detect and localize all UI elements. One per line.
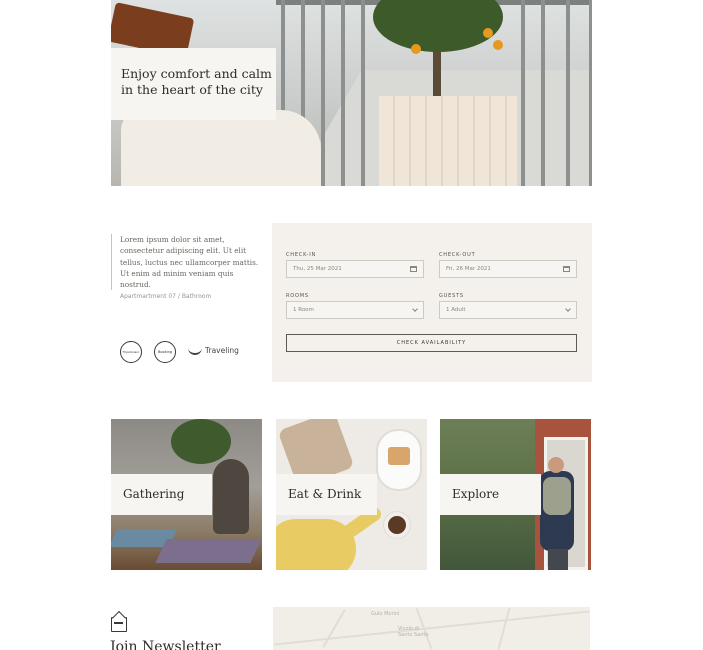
rooms-label: Rooms: [286, 293, 309, 299]
blanket: [121, 110, 321, 186]
category-card-gathering[interactable]: Gathering: [111, 419, 262, 570]
category-label: Eat & Drink: [276, 474, 377, 515]
map-road: [322, 609, 346, 648]
checkout-value: Fri, 26 Mar 2021: [446, 266, 491, 272]
category-label: Gathering: [111, 474, 212, 515]
logo-text: Traveling: [205, 345, 239, 355]
intro-text: Lorem ipsum dolor sit amet, consectetur …: [120, 235, 259, 290]
plant: [171, 419, 231, 464]
calendar-icon: [410, 266, 417, 272]
hero-caption-line1: Enjoy comfort and calm: [121, 66, 272, 81]
railing-bar: [321, 0, 325, 186]
hero-caption-line2: in the heart of the city: [121, 82, 263, 97]
hiker-legs: [548, 549, 568, 570]
railing-bar: [361, 0, 365, 186]
category-label: Explore: [440, 474, 541, 515]
coffee-cup: [384, 512, 410, 538]
orange-fruit: [483, 28, 493, 38]
traveling-mark-icon: [188, 345, 202, 355]
map-road: [497, 607, 511, 650]
chevron-down-icon: [565, 306, 571, 312]
logo-text: TripAdvisor: [122, 350, 140, 354]
newsletter-title: Join Newsletter: [110, 639, 221, 650]
intro-block: Lorem ipsum dolor sit amet, consectetur …: [111, 234, 261, 291]
rooms-value: 1 Room: [293, 307, 314, 313]
map-road: [273, 610, 590, 646]
orange-fruit: [493, 40, 503, 50]
map-label: Gulo Morini: [371, 611, 400, 617]
category-card-eat-drink[interactable]: Eat & Drink: [276, 419, 427, 570]
backpack: [543, 477, 571, 515]
partner-logos: TripAdvisor Booking Traveling: [120, 341, 260, 365]
map-label: Santo Santo: [398, 632, 429, 638]
guests-label: Guests: [439, 293, 464, 299]
tripadvisor-logo: TripAdvisor: [120, 341, 142, 363]
check-availability-button[interactable]: Check availability: [286, 334, 577, 352]
intro-meta: Apartmartment 07 / Bathroom: [120, 293, 212, 300]
chevron-down-icon: [412, 306, 418, 312]
checkout-field[interactable]: Fri, 26 Mar 2021: [439, 260, 577, 278]
guests-select[interactable]: 1 Adult: [439, 301, 577, 319]
checkin-value: Thu, 25 Mar 2021: [293, 266, 342, 272]
yoga-mat: [155, 539, 262, 563]
calendar-icon: [563, 266, 570, 272]
hero-caption: Enjoy comfort and calm in the heart of t…: [111, 48, 276, 120]
mail-icon: [111, 617, 127, 632]
booking-logo: Booking: [154, 341, 176, 363]
orange-fruit: [411, 44, 421, 54]
location-map[interactable]: Gulo Morini Vicolo di Santo Santo: [273, 607, 590, 650]
checkin-field[interactable]: Thu, 25 Mar 2021: [286, 260, 424, 278]
hero-image: Enjoy comfort and calm in the heart of t…: [111, 0, 592, 186]
hiker-head: [548, 457, 564, 473]
rooms-select[interactable]: 1 Room: [286, 301, 424, 319]
sandwich: [388, 447, 410, 465]
wooden-planter: [379, 96, 517, 186]
railing-bar: [566, 0, 570, 186]
guests-value: 1 Adult: [446, 307, 466, 313]
booking-panel: Check-in Thu, 25 Mar 2021 Check-out Fri,…: [272, 223, 592, 382]
traveling-logo: Traveling: [188, 345, 239, 355]
railing-bar: [541, 0, 545, 186]
logo-text: Booking: [157, 350, 173, 354]
person: [213, 459, 249, 534]
tree-foliage: [373, 0, 503, 52]
category-card-explore[interactable]: Explore: [440, 419, 591, 570]
railing-bar: [341, 0, 345, 186]
checkout-label: Check-out: [439, 252, 476, 258]
checkin-label: Check-in: [286, 252, 317, 258]
railing-bar: [589, 0, 592, 186]
railing-bar: [521, 0, 525, 186]
